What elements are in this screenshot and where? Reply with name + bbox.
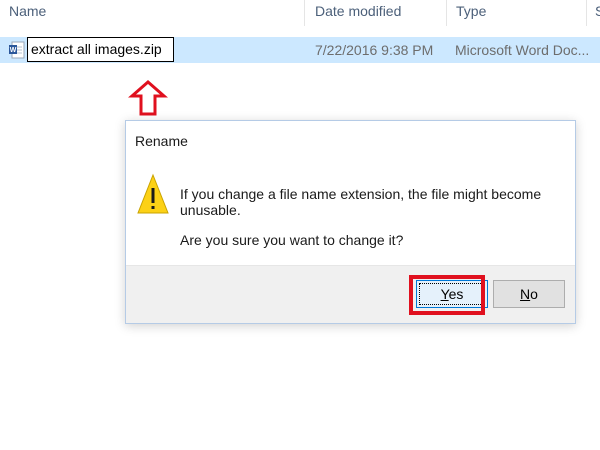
rename-dialog: Rename If you change a file name extensi… bbox=[125, 120, 576, 324]
file-row[interactable]: W extract all images.zip 7/22/2016 9:38 … bbox=[0, 37, 600, 63]
no-button[interactable]: No bbox=[493, 280, 565, 308]
annotation-up-arrow-icon bbox=[128, 80, 168, 116]
column-header-name[interactable]: Name bbox=[0, 0, 46, 26]
column-header-type[interactable]: Type bbox=[447, 0, 486, 26]
yes-button-highlight bbox=[409, 275, 485, 315]
dialog-question: Are you sure you want to change it? bbox=[180, 232, 404, 248]
word-doc-icon: W bbox=[9, 41, 25, 59]
warning-icon bbox=[137, 173, 169, 214]
dialog-title: Rename bbox=[135, 133, 188, 149]
column-header-size[interactable]: S bbox=[586, 0, 600, 26]
file-type: Microsoft Word Doc... bbox=[455, 42, 590, 58]
column-header-bar: Name Date modified Type S bbox=[0, 0, 600, 26]
no-button-label: o bbox=[530, 286, 538, 302]
column-header-date-modified[interactable]: Date modified bbox=[306, 0, 401, 26]
dialog-footer: Yes No bbox=[126, 265, 575, 323]
no-button-mnemonic: N bbox=[520, 286, 531, 302]
file-date-modified: 7/22/2016 9:38 PM bbox=[315, 42, 434, 58]
rename-input[interactable]: extract all images.zip bbox=[27, 37, 174, 62]
column-divider[interactable] bbox=[304, 0, 305, 26]
svg-text:W: W bbox=[10, 47, 17, 54]
dialog-message: If you change a file name extension, the… bbox=[180, 186, 542, 218]
